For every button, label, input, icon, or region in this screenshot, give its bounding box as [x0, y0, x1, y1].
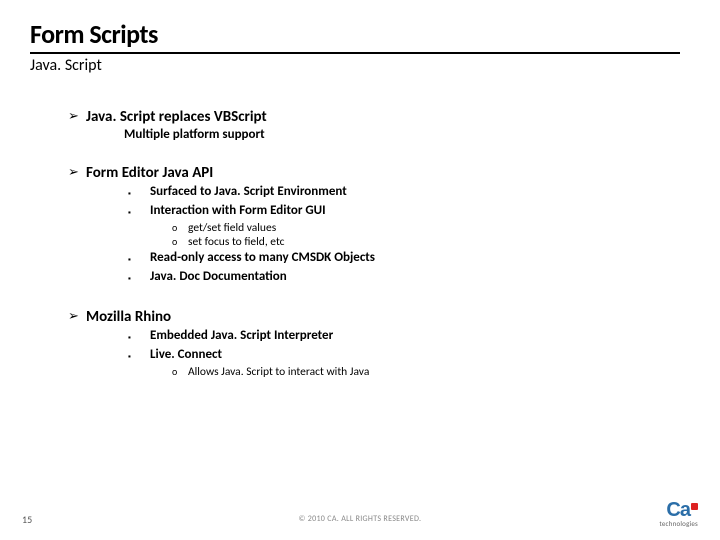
bullet-l1: ➢ Form Editor Java API: [68, 163, 690, 183]
l1-text: Java. Script replaces VBScript: [86, 107, 267, 127]
arrow-icon: ➢: [68, 163, 86, 183]
l1-subtext: Multiple platform support: [124, 127, 690, 143]
l2-text: Embedded Java. Script Interpreter: [150, 328, 333, 344]
l1-text: Form Editor Java API: [86, 163, 213, 183]
slide-title: Form Scripts: [30, 18, 690, 50]
slide: Form Scripts Java. Script ➢ Java. Script…: [0, 0, 720, 540]
bullet-l2: ▪ Interaction with Form Editor GUI: [128, 203, 690, 221]
logo-subtext: technologies: [659, 519, 698, 528]
bullet-l2: ▪ Surfaced to Java. Script Environment: [128, 184, 690, 202]
square-icon: ▪: [128, 347, 150, 365]
circle-icon: o: [172, 365, 188, 379]
bullet-l2: ▪ Live. Connect: [128, 347, 690, 365]
bullet-l1: ➢ Mozilla Rhino: [68, 307, 690, 327]
bullet-l1: ➢ Java. Script replaces VBScript: [68, 107, 690, 127]
square-icon: ▪: [128, 184, 150, 202]
title-rule: [30, 52, 680, 54]
copyright-text: © 2010 CA. ALL RIGHTS RESERVED.: [0, 514, 720, 524]
l3-text: Allows Java. Script to interact with Jav…: [188, 365, 369, 379]
l2-text: Live. Connect: [150, 347, 222, 363]
slide-subtitle: Java. Script: [30, 56, 690, 75]
ca-logo: Ca technologies: [659, 501, 698, 528]
square-icon: ▪: [128, 250, 150, 268]
square-icon: ▪: [128, 328, 150, 346]
arrow-icon: ➢: [68, 307, 86, 327]
slide-content: ➢ Java. Script replaces VBScript Multipl…: [68, 107, 690, 379]
l2-text: Read-only access to many CMSDK Objects: [150, 250, 375, 266]
circle-icon: o: [172, 221, 188, 235]
l2-text: Interaction with Form Editor GUI: [150, 203, 326, 219]
square-icon: ▪: [128, 203, 150, 221]
bullet-l3: o Allows Java. Script to interact with J…: [172, 365, 690, 379]
square-icon: ▪: [128, 269, 150, 287]
bullet-l3: o set focus to field, etc: [172, 235, 690, 249]
bullet-l2: ▪ Java. Doc Documentation: [128, 269, 690, 287]
bullet-l2: ▪ Read-only access to many CMSDK Objects: [128, 250, 690, 268]
l3-text: get/set field values: [188, 221, 276, 235]
l2-text: Java. Doc Documentation: [150, 269, 287, 285]
bullet-l2: ▪ Embedded Java. Script Interpreter: [128, 328, 690, 346]
l2-text: Surfaced to Java. Script Environment: [150, 184, 347, 200]
logo-text: Ca: [666, 499, 690, 521]
circle-icon: o: [172, 235, 188, 249]
arrow-icon: ➢: [68, 107, 86, 127]
logo-dot-icon: [691, 503, 698, 510]
l3-text: set focus to field, etc: [188, 235, 285, 249]
bullet-l3: o get/set field values: [172, 221, 690, 235]
l1-text: Mozilla Rhino: [86, 307, 171, 327]
logo-mark: Ca: [659, 501, 698, 519]
